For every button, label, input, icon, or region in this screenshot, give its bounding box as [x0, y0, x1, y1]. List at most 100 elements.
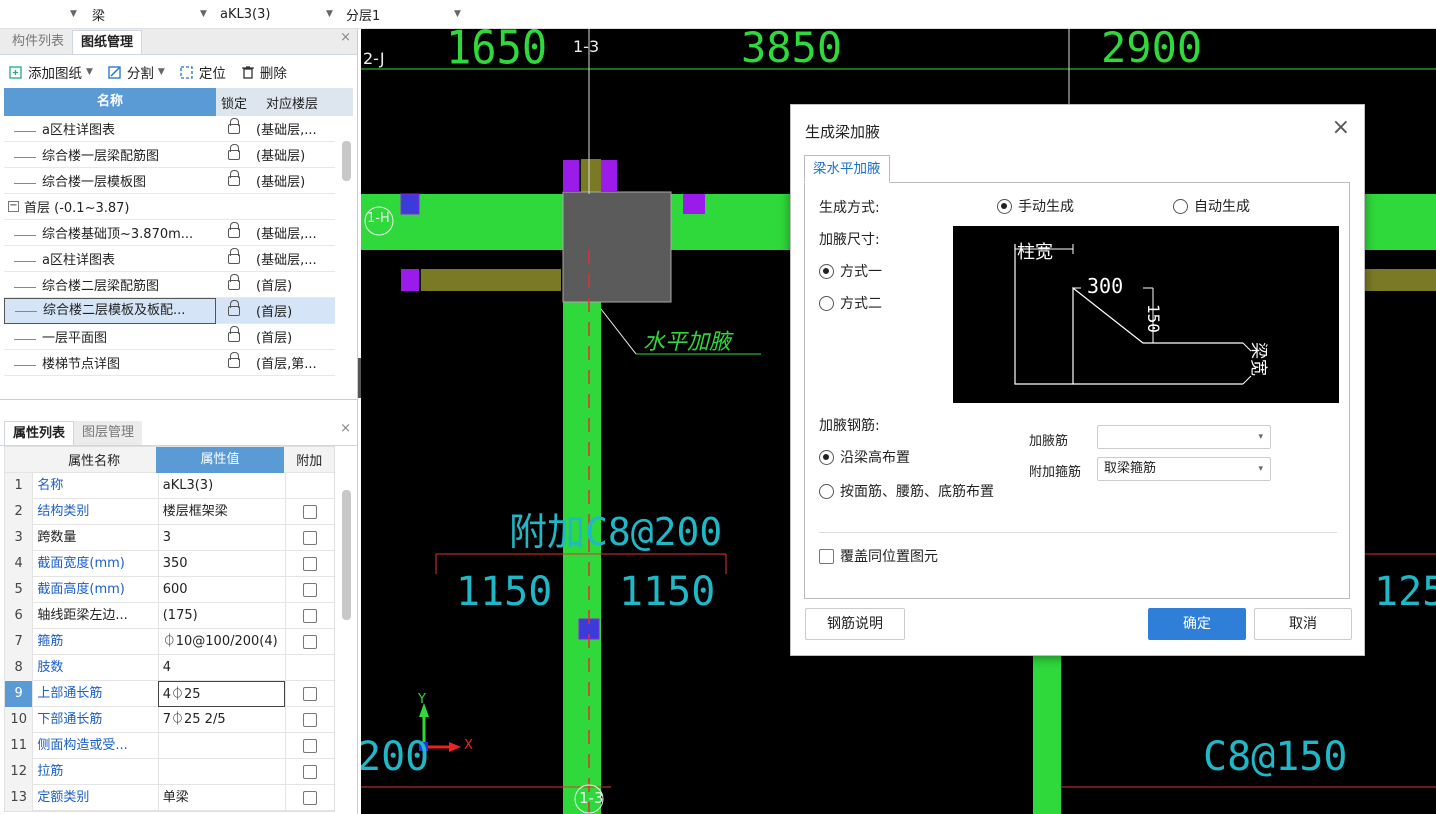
list-item[interactable]: 综合楼一层梁配筋图 (基础层) — [4, 142, 335, 168]
gen-manual-radio[interactable]: 手动生成 — [997, 196, 1074, 216]
list-item[interactable]: a区柱详图表 (基础层,... — [4, 116, 335, 142]
table-row[interactable]: 8 肢数 4 — [5, 654, 334, 681]
table-row[interactable]: 2 结构类别 楼层框架梁 — [5, 498, 334, 525]
table-row[interactable]: 7 箍筋 ⏀10@100/200(4) — [5, 628, 334, 655]
close-icon[interactable]: × — [1332, 115, 1350, 140]
table-row[interactable]: 13 定额类别 单梁 — [5, 784, 334, 811]
extra-checkbox[interactable] — [303, 582, 318, 597]
lock-icon[interactable] — [228, 117, 240, 134]
prop-value[interactable]: aKL3(3) — [157, 472, 285, 499]
checkbox[interactable] — [819, 548, 834, 564]
lock-icon[interactable] — [228, 221, 240, 238]
ucs-y-label: Y — [418, 692, 426, 707]
prop-value[interactable]: 600 — [157, 576, 285, 603]
row-number: 10 — [5, 706, 33, 733]
extra-checkbox[interactable] — [303, 556, 318, 571]
scrollbar[interactable] — [342, 141, 351, 181]
group-row[interactable]: − 首层 (-0.1~3.87) — [4, 194, 335, 220]
list-item[interactable]: 综合楼基础顶~3.870m... (基础层,... — [4, 220, 335, 246]
element-type-combo[interactable]: 梁 ▼ — [92, 3, 212, 25]
split-button[interactable]: 分割 ▼ — [107, 62, 165, 82]
prop-value[interactable]: ⏀10@100/200(4) — [157, 628, 285, 655]
table-row[interactable]: 12 拉筋 — [5, 758, 334, 785]
prop-value[interactable]: 350 — [157, 550, 285, 577]
cancel-button[interactable]: 取消 — [1254, 608, 1352, 640]
table-row[interactable]: 3 跨数量 3 — [5, 524, 334, 551]
radio-selected[interactable] — [819, 263, 834, 279]
extra-checkbox[interactable] — [303, 504, 318, 519]
prop-value[interactable]: 7⏀25 2/5 — [157, 706, 285, 733]
extra-checkbox[interactable] — [303, 712, 318, 727]
extra-checkbox[interactable] — [303, 634, 318, 649]
tab-layer-manager[interactable]: 图层管理 — [74, 421, 143, 445]
table-row[interactable]: 6 轴线距梁左边... (175) — [5, 602, 334, 629]
close-icon[interactable]: × — [340, 421, 351, 436]
rebar-along-height-radio[interactable]: 沿梁高布置 — [819, 447, 910, 467]
list-item[interactable]: 一层平面图 (首层) — [4, 324, 335, 350]
list-item[interactable]: 综合楼二层梁配筋图 (首层) — [4, 272, 335, 298]
tab-drawing-manager[interactable]: 图纸管理 — [72, 30, 143, 54]
prop-value[interactable]: 3 — [157, 524, 285, 551]
tab-properties[interactable]: 属性列表 — [4, 421, 75, 445]
lock-icon[interactable] — [228, 273, 240, 290]
close-icon[interactable]: × — [340, 30, 351, 45]
radio-unselected[interactable] — [1173, 198, 1188, 214]
left-panel: 构件列表 图纸管理 × 添加图纸 ▼ 分割 ▼ 定位 删除 名称 锁定 对应楼层… — [0, 29, 358, 814]
table-row[interactable]: 10 下部通长筋 7⏀25 2/5 — [5, 706, 334, 733]
add-drawing-button[interactable]: 添加图纸 ▼ — [8, 62, 93, 82]
prop-value[interactable]: 单梁 — [157, 784, 285, 811]
collapse-icon[interactable]: − — [8, 201, 19, 212]
table-row[interactable]: 1 名称 aKL3(3) — [5, 472, 334, 499]
lock-icon[interactable] — [228, 169, 240, 186]
element-name-combo[interactable]: aKL3(3) ▼ — [220, 3, 338, 25]
list-item-selected[interactable]: 综合楼二层模板及板配... (首层) — [4, 297, 335, 324]
stirrup-select[interactable]: 取梁箍筋 ▾ — [1097, 457, 1271, 481]
ok-button[interactable]: 确定 — [1148, 608, 1246, 640]
locate-button[interactable]: 定位 — [179, 62, 226, 82]
haunch-bar-select[interactable]: ▾ — [1097, 425, 1271, 449]
extra-checkbox[interactable] — [303, 764, 318, 779]
prop-value[interactable] — [157, 732, 285, 759]
lock-icon[interactable] — [228, 143, 240, 160]
prop-value[interactable]: 楼层框架梁 — [157, 498, 285, 525]
lock-icon[interactable] — [228, 247, 240, 264]
delete-button[interactable]: 删除 — [240, 62, 287, 82]
tab-horizontal-haunch[interactable]: 梁水平加腋 — [804, 155, 890, 183]
radio-unselected[interactable] — [819, 483, 834, 499]
col-floor-header[interactable]: 对应楼层 — [252, 93, 332, 112]
list-item[interactable]: 综合楼一层模板图 (基础层) — [4, 168, 335, 194]
combo-arrow-0[interactable]: ▼ — [70, 3, 86, 25]
extra-checkbox[interactable] — [303, 790, 318, 805]
table-row-selected[interactable]: 9 上部通长筋 4⏀25 — [5, 680, 334, 707]
table-row[interactable]: 5 截面高度(mm) 600 — [5, 576, 334, 603]
mode2-radio[interactable]: 方式二 — [819, 293, 882, 313]
col-lock-header[interactable]: 锁定 — [216, 93, 252, 112]
extra-checkbox[interactable] — [303, 530, 318, 545]
radio-unselected[interactable] — [819, 295, 834, 311]
mode1-radio[interactable]: 方式一 — [819, 261, 882, 281]
prop-value[interactable]: (175) — [157, 602, 285, 629]
scrollbar[interactable] — [342, 490, 351, 620]
col-name-header[interactable]: 名称 — [4, 88, 216, 116]
lock-icon[interactable] — [228, 351, 240, 368]
radio-selected[interactable] — [819, 449, 834, 465]
extra-checkbox[interactable] — [303, 738, 318, 753]
table-row[interactable]: 11 侧面构造或受... — [5, 732, 334, 759]
list-item[interactable]: 楼梯节点详图 (首层,第... — [4, 350, 335, 376]
table-row[interactable]: 4 截面宽度(mm) 350 — [5, 550, 334, 577]
rebar-explain-button[interactable]: 钢筋说明 — [805, 608, 905, 640]
lock-icon[interactable] — [228, 299, 240, 316]
prop-value-editing[interactable]: 4⏀25 — [157, 680, 286, 707]
prop-value[interactable] — [157, 758, 285, 785]
prop-value[interactable]: 4 — [157, 654, 285, 681]
extra-checkbox[interactable] — [303, 608, 318, 623]
overwrite-checkbox[interactable]: 覆盖同位置图元 — [819, 546, 938, 566]
layer-combo[interactable]: 分层1 ▼ — [346, 3, 466, 25]
lock-icon[interactable] — [228, 325, 240, 342]
rebar-by-layer-radio[interactable]: 按面筋、腰筋、底筋布置 — [819, 481, 994, 501]
gen-auto-radio[interactable]: 自动生成 — [1173, 196, 1250, 216]
tab-component-list[interactable]: 构件列表 — [4, 30, 72, 54]
extra-checkbox[interactable] — [303, 686, 318, 701]
radio-selected[interactable] — [997, 198, 1012, 214]
list-item[interactable]: a区柱详图表 (基础层,... — [4, 246, 335, 272]
